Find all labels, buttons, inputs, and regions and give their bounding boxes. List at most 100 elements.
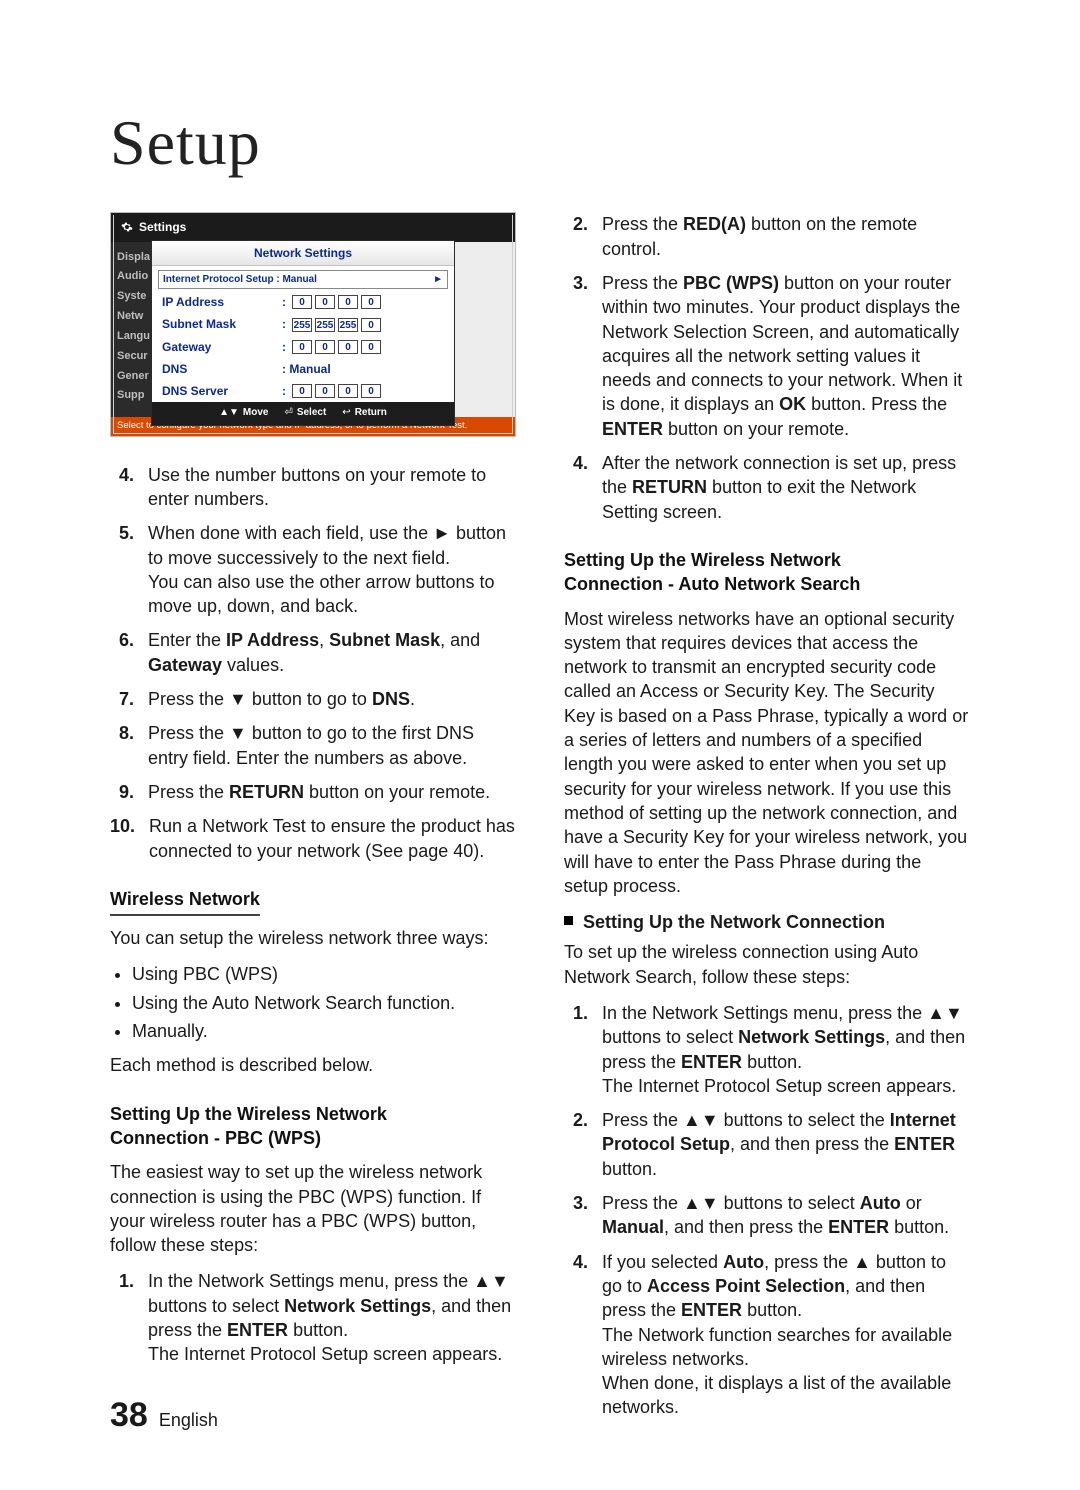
list-item: Using PBC (WPS) bbox=[132, 962, 516, 986]
left-column: Settings Displa Audio Syste Netw Langu S… bbox=[110, 212, 516, 1429]
row-label: DNS bbox=[162, 361, 282, 377]
right-column: 2.Press the RED(A) button on the remote … bbox=[564, 212, 970, 1429]
auto-sub-paragraph: To set up the wireless connection using … bbox=[564, 940, 970, 989]
step-text: Press the ▼ button to go to DNS. bbox=[148, 687, 516, 711]
row-label: Gateway bbox=[162, 339, 282, 355]
ip-address-row: IP Address : 0 0 0 0 bbox=[152, 291, 454, 313]
pbc-intro: The easiest way to set up the wireless n… bbox=[110, 1160, 516, 1257]
list-item: 4. Use the number buttons on your remote … bbox=[110, 463, 516, 512]
softkey-bar: ▲▼ Move ⏎Select ↩ Return bbox=[152, 402, 454, 425]
row-label: DNS Server bbox=[162, 383, 282, 399]
footer-lang: English bbox=[159, 1410, 218, 1430]
list-item: Using the Auto Network Search function. bbox=[132, 991, 516, 1015]
list-item: 1.In the Network Settings menu, press th… bbox=[564, 1001, 970, 1098]
wireless-note: Each method is described below. bbox=[110, 1053, 516, 1077]
auto-heading: Setting Up the Wireless Network Connecti… bbox=[564, 548, 970, 597]
step-number: 4. bbox=[564, 1250, 588, 1420]
sub-heading: Setting Up the Network Connection bbox=[564, 910, 970, 934]
wireless-methods: Using PBC (WPS) Using the Auto Network S… bbox=[110, 962, 516, 1043]
octet: 0 bbox=[338, 340, 358, 354]
list-item: 4.After the network connection is set up… bbox=[564, 451, 970, 524]
return-icon: ↩ bbox=[342, 406, 350, 420]
list-item: 9.Press the RETURN button on your remote… bbox=[110, 780, 516, 804]
octet: 255 bbox=[315, 318, 335, 332]
step-number: 1. bbox=[564, 1001, 588, 1098]
colon: : bbox=[282, 316, 286, 332]
softkey-label: Select bbox=[297, 406, 326, 420]
list-item: 2.Press the ▲▼ buttons to select the Int… bbox=[564, 1108, 970, 1181]
step-number: 4. bbox=[110, 463, 134, 512]
subnet-mask-row: Subnet Mask : 255 255 255 0 bbox=[152, 313, 454, 335]
list-item: 1.In the Network Settings menu, press th… bbox=[110, 1269, 516, 1366]
columns: Settings Displa Audio Syste Netw Langu S… bbox=[110, 212, 970, 1429]
step-number: 3. bbox=[564, 1191, 588, 1240]
page-title: Setup bbox=[110, 100, 970, 186]
step-text: Press the ▼ button to go to the first DN… bbox=[148, 721, 516, 770]
step-number: 4. bbox=[564, 451, 588, 524]
step-text: Use the number buttons on your remote to… bbox=[148, 463, 516, 512]
octet: 0 bbox=[361, 340, 381, 354]
step-number: 2. bbox=[564, 212, 588, 261]
step-number: 10. bbox=[110, 814, 135, 863]
ip-octets: : 0 0 0 0 bbox=[282, 339, 381, 355]
sub-heading-text: Setting Up the Network Connection bbox=[583, 910, 885, 934]
ip-octets: : 0 0 0 0 bbox=[282, 383, 381, 399]
list-item: 5.When done with each field, use the ► b… bbox=[110, 521, 516, 618]
list-item: 3. Press the ▲▼ buttons to select Auto or… bbox=[564, 1191, 970, 1240]
chevron-right-icon: ► bbox=[433, 273, 443, 287]
osd-screenshot: Settings Displa Audio Syste Netw Langu S… bbox=[110, 212, 516, 436]
row-label: Subnet Mask bbox=[162, 316, 282, 332]
step-text: Run a Network Test to ensure the product… bbox=[149, 814, 516, 863]
step-number: 2. bbox=[564, 1108, 588, 1181]
square-icon bbox=[564, 916, 573, 925]
auto-paragraph: Most wireless networks have an optional … bbox=[564, 607, 970, 899]
step-text: Press the ▲▼ buttons to select Auto or M… bbox=[602, 1191, 970, 1240]
osd-panel: Network Settings Internet Protocol Setup… bbox=[151, 240, 455, 426]
softkey-label: Return bbox=[355, 406, 387, 420]
ip-protocol-label: Internet Protocol Setup : Manual bbox=[163, 273, 433, 287]
auto-steps: 1.In the Network Settings menu, press th… bbox=[564, 1001, 970, 1420]
softkey-return: ↩ Return bbox=[342, 406, 387, 420]
softkey-select: ⏎Select bbox=[284, 406, 326, 420]
wireless-intro: You can setup the wireless network three… bbox=[110, 926, 516, 950]
step-number: 6. bbox=[110, 628, 134, 677]
list-item: 6. Enter the IP Address, Subnet Mask, and… bbox=[110, 628, 516, 677]
step-number: 1. bbox=[110, 1269, 134, 1366]
octet: 255 bbox=[292, 318, 312, 332]
ip-octets: : 0 0 0 0 bbox=[282, 294, 381, 310]
octet: 0 bbox=[338, 295, 358, 309]
list-item: 4.If you selected Auto, press the ▲ butt… bbox=[564, 1250, 970, 1420]
octet: 0 bbox=[361, 318, 381, 332]
softkey-move: ▲▼ Move bbox=[219, 406, 268, 420]
page: Setup Settings Displa Audio Syste Netw bbox=[0, 0, 1080, 1490]
list-item: Manually. bbox=[132, 1019, 516, 1043]
octet: 0 bbox=[292, 384, 312, 398]
steps-4-10: 4. Use the number buttons on your remote … bbox=[110, 463, 516, 863]
row-label: IP Address bbox=[162, 294, 282, 310]
step-text: Press the PBC (WPS) button on your route… bbox=[602, 271, 970, 441]
list-item: 2.Press the RED(A) button on the remote … bbox=[564, 212, 970, 261]
updown-icon: ▲▼ bbox=[219, 406, 239, 420]
colon: : bbox=[282, 339, 286, 355]
octet: 0 bbox=[292, 340, 312, 354]
octet: 0 bbox=[315, 340, 335, 354]
colon: : bbox=[282, 383, 286, 399]
wireless-network-heading: Wireless Network bbox=[110, 887, 516, 916]
dns-server-row: DNS Server : 0 0 0 0 bbox=[152, 380, 454, 402]
step-text: Press the ▲▼ buttons to select the Inter… bbox=[602, 1108, 970, 1181]
list-item: 3.Press the PBC (WPS) button on your rou… bbox=[564, 271, 970, 441]
ip-protocol-row: Internet Protocol Setup : Manual ► bbox=[158, 270, 448, 290]
step-text: Enter the IP Address, Subnet Mask, and G… bbox=[148, 628, 516, 677]
page-number: 38 bbox=[110, 1396, 148, 1434]
step-number: 3. bbox=[564, 271, 588, 441]
osd-body: Displa Audio Syste Netw Langu Secur Gene… bbox=[111, 242, 515, 436]
step-text: Press the RETURN button on your remote. bbox=[148, 780, 516, 804]
step-number: 5. bbox=[110, 521, 134, 618]
step-text: When done with each field, use the ► but… bbox=[148, 521, 516, 618]
octet: 255 bbox=[338, 318, 358, 332]
pbc-steps-2-4: 2.Press the RED(A) button on the remote … bbox=[564, 212, 970, 524]
step-number: 7. bbox=[110, 687, 134, 711]
pbc-step-1: 1.In the Network Settings menu, press th… bbox=[110, 1269, 516, 1366]
softkey-label: Move bbox=[243, 406, 269, 420]
octet: 0 bbox=[361, 384, 381, 398]
